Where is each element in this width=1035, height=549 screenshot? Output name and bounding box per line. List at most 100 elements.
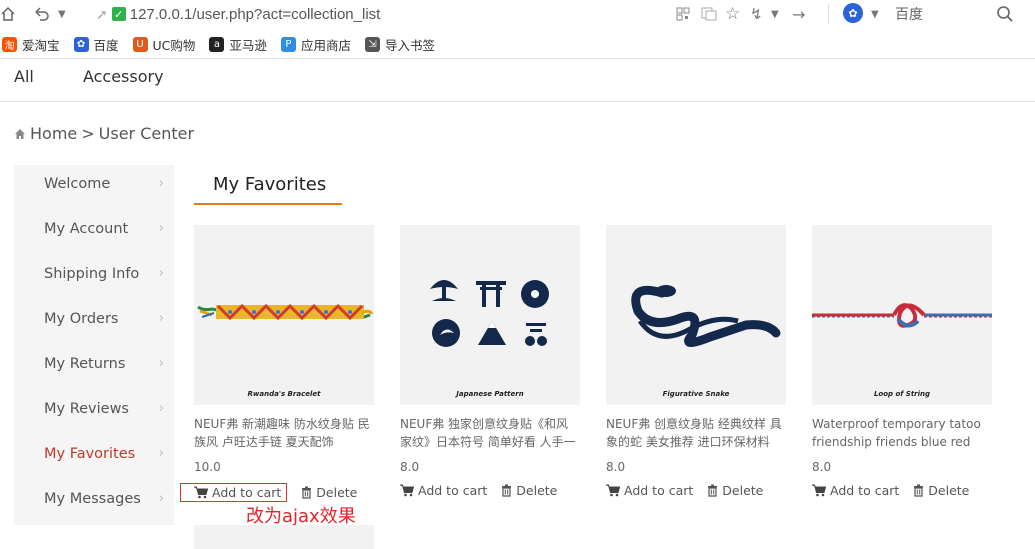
sidebar-item-label: My Reviews <box>44 401 129 417</box>
delete-button[interactable]: Delete <box>913 483 969 498</box>
qr-code-icon[interactable] <box>676 3 690 25</box>
sidebar-item[interactable]: Shipping Info › <box>44 266 164 282</box>
sidebar-item-label: My Messages <box>44 491 141 507</box>
delete-button[interactable]: Delete <box>301 485 357 500</box>
chevron-right-icon: › <box>158 401 164 416</box>
bookmark-label: 亚马逊 <box>229 37 267 53</box>
chevron-right-icon: › <box>158 446 164 461</box>
delete-label: Delete <box>722 483 764 498</box>
chevron-right-icon: › <box>158 491 164 506</box>
baidu-paw-icon[interactable]: ✿ <box>843 3 863 23</box>
search-icon[interactable] <box>996 3 1014 25</box>
product-image[interactable]: Rwanda's Bracelet <box>194 225 374 405</box>
breadcrumb-current: User Center <box>98 124 195 143</box>
sidebar-item[interactable]: Welcome › <box>44 176 164 192</box>
bookmark-label: UC购物 <box>152 37 196 53</box>
add-to-cart-button[interactable]: Add to cart <box>812 483 899 498</box>
delete-button[interactable]: Delete <box>501 483 557 498</box>
delete-label: Delete <box>316 485 358 500</box>
title-underline <box>194 203 342 205</box>
translate-icon[interactable] <box>701 3 717 25</box>
star-icon[interactable]: ☆ <box>725 3 740 25</box>
history-dropdown-icon[interactable]: ▼ <box>58 3 66 25</box>
cart-icon <box>194 486 208 499</box>
delete-label: Delete <box>928 483 970 498</box>
bookmark-item[interactable]: U UC购物 <box>132 35 196 54</box>
bookmark-label: 百度 <box>93 37 119 53</box>
bookmark-item[interactable]: ⇲ 导入书签 <box>364 35 435 54</box>
product-name[interactable]: NEUF弗 独家创意纹身贴《和风家纹》日本符号 简单好看 人手一个 <box>400 415 580 451</box>
forward-arrow-icon[interactable]: → <box>792 3 805 25</box>
sidebar-item-label: My Orders <box>44 311 119 327</box>
chevron-right-icon: › <box>158 266 164 281</box>
card-actions: Add to cart Delete <box>606 483 786 498</box>
bookmark-item[interactable]: ✿ 百度 <box>73 35 119 54</box>
bookmark-label: 爱淘宝 <box>22 37 60 53</box>
sidebar-item[interactable]: My Returns › <box>44 356 164 372</box>
product-price: 8.0 <box>400 460 420 474</box>
add-to-cart-label: Add to cart <box>418 483 488 498</box>
add-to-cart-button[interactable]: Add to cart <box>606 483 693 498</box>
uc-icon: U <box>132 36 148 52</box>
product-image-caption: Rwanda's Bracelet <box>247 390 321 398</box>
cart-icon <box>400 484 414 497</box>
sidebar-item-label: Shipping Info <box>44 266 140 282</box>
add-to-cart-button[interactable]: Add to cart <box>180 483 288 502</box>
product-name[interactable]: NEUF弗 创意纹身贴 经典纹样 具象的蛇 美女推荐 进口环保材料 <box>606 415 786 451</box>
app-store-icon: P <box>280 36 296 52</box>
sidebar-item[interactable]: My Account › <box>44 221 164 237</box>
nav-all[interactable]: All <box>14 67 34 86</box>
bookmark-item[interactable]: a 亚马逊 <box>209 35 267 54</box>
chevron-right-icon: › <box>158 176 164 191</box>
site-nav: All Accessory <box>14 67 208 86</box>
sidebar-item[interactable]: My Messages › <box>44 491 164 507</box>
favorite-card: Japanese Pattern NEUF弗 独家创意纹身贴《和风家纹》日本符号 … <box>400 225 580 498</box>
url-text: 127.0.0.1/user.php?act=collection_list <box>129 5 381 23</box>
product-image[interactable]: Figurative Snake <box>606 225 786 405</box>
cart-icon <box>812 484 826 497</box>
bookmark-item[interactable]: 淘爱淘宝 <box>2 35 60 54</box>
breadcrumb-home[interactable]: Home <box>30 124 77 143</box>
import-icon: ⇲ <box>364 36 380 52</box>
product-price: 8.0 <box>606 460 626 474</box>
bookmark-label: 应用商店 <box>300 37 351 53</box>
bookmark-item[interactable]: P 应用商店 <box>280 35 351 54</box>
add-to-cart-label: Add to cart <box>624 483 694 498</box>
sidebar-item-label: My Account <box>44 221 129 237</box>
search-input[interactable]: 百度 <box>895 4 923 24</box>
back-icon[interactable] <box>32 3 50 25</box>
lightning-icon[interactable]: ↯ <box>750 3 763 25</box>
delete-button[interactable]: Delete <box>707 483 763 498</box>
chevron-down-icon[interactable]: ▼ <box>771 3 779 25</box>
favorite-card: Rwanda's Bracelet NEUF弗 新潮趣味 防水纹身贴 民族风 卢旺… <box>180 225 374 502</box>
product-name[interactable]: NEUF弗 新潮趣味 防水纹身贴 民族风 卢旺达手链 夏天配饰 <box>194 415 374 451</box>
sidebar-item-label: My Returns <box>44 356 126 372</box>
product-image[interactable]: Loop of String <box>812 225 992 405</box>
sidebar-item[interactable]: My Reviews › <box>44 401 164 417</box>
nav-accessory[interactable]: Accessory <box>83 67 164 86</box>
trash-icon <box>707 484 718 497</box>
favorite-card: Loop of String Waterproof temporary tatoo… <box>812 225 992 498</box>
breadcrumb: Home > User Center <box>14 124 194 143</box>
card-actions: Add to cart Delete <box>400 483 580 498</box>
sidebar-item[interactable]: My Orders › <box>44 311 164 327</box>
product-price: 8.0 <box>812 460 832 474</box>
trash-icon <box>301 486 312 499</box>
sidebar-item[interactable]: My Favorites › <box>44 446 164 462</box>
add-to-cart-label: Add to cart <box>212 485 282 500</box>
page-title: My Favorites <box>213 174 327 195</box>
chevron-right-icon: › <box>158 221 164 236</box>
secure-check-icon: ✓ <box>111 7 126 21</box>
product-image[interactable]: Japanese Pattern <box>400 225 580 405</box>
add-to-cart-button[interactable]: Add to cart <box>400 483 487 498</box>
cart-icon <box>606 484 620 497</box>
product-image-caption: Figurative Snake <box>662 390 730 398</box>
divider <box>0 58 1035 59</box>
sidebar-item-label: Welcome <box>44 176 111 192</box>
card-actions: Add to cart Delete <box>812 483 992 498</box>
address-bar[interactable]: ➚ ✓ 127.0.0.1/user.php?act=collection_li… <box>96 3 380 25</box>
home-icon[interactable] <box>0 3 16 25</box>
engine-dropdown-icon[interactable]: ▼ <box>871 3 879 25</box>
product-name[interactable]: Waterproof temporary tatoo friendship fr… <box>812 415 992 451</box>
divider <box>0 101 1035 102</box>
